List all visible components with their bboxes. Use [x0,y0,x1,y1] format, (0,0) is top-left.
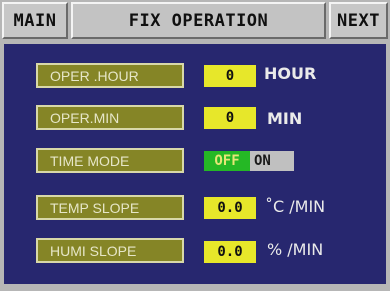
temp-slope-value[interactable]: 0.0 [204,197,256,219]
settings-panel: OPER .HOUR 0 HOUR OPER.MIN 0 MIN TIME MO… [4,44,386,284]
humi-slope-unit: % /MIN [267,240,324,259]
time-mode-toggle[interactable]: OFF ON [204,151,294,171]
humi-slope-label: HUMI SLOPE [36,238,184,263]
time-mode-off-option[interactable]: OFF [204,151,250,171]
temp-slope-label: TEMP SLOPE [36,195,184,220]
time-mode-on-option[interactable]: ON [250,151,294,171]
oper-hour-value[interactable]: 0 [204,65,256,87]
oper-min-value[interactable]: 0 [204,107,256,129]
oper-hour-unit: HOUR [264,64,317,83]
oper-min-label: OPER.MIN [36,105,184,130]
oper-hour-label: OPER .HOUR [36,63,184,88]
humi-slope-value[interactable]: 0.0 [204,241,256,263]
fix-operation-screen: MAIN FIX OPERATION NEXT OPER .HOUR 0 HOU… [0,0,390,291]
main-button[interactable]: MAIN [2,2,68,39]
time-mode-label: TIME MODE [36,148,184,173]
header-bar: MAIN FIX OPERATION NEXT [2,2,388,41]
oper-min-unit: MIN [267,109,303,128]
next-button[interactable]: NEXT [329,2,388,39]
temp-slope-unit: ˚C /MIN [265,197,326,216]
screen-title: FIX OPERATION [71,2,326,39]
